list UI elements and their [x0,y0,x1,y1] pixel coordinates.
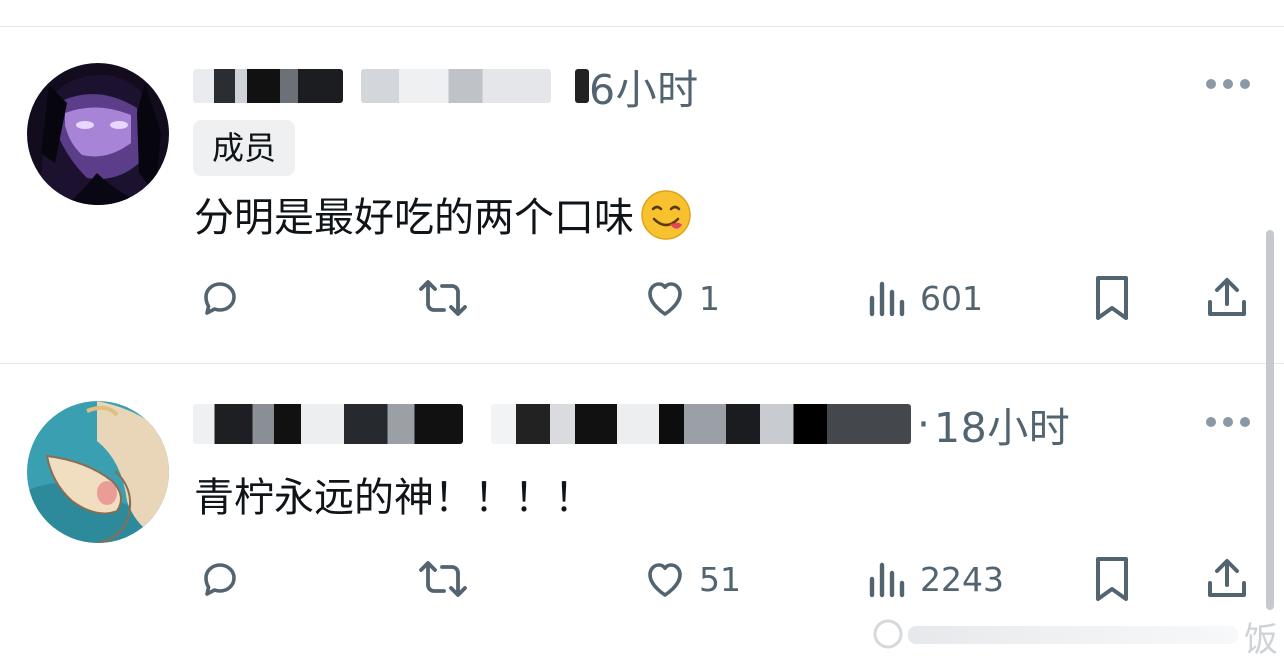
post-text: 青柠永远的神！！！！ [194,475,594,521]
post-text: 分明是最好吃的两个口味 [194,188,692,248]
reply-icon [204,282,236,315]
bookmark-icon [1096,557,1128,601]
display-name-redacted[interactable] [193,404,463,444]
like-icon [648,282,682,316]
like-button[interactable]: 51 [641,549,741,609]
bookmark-icon [1096,276,1128,320]
share-button[interactable] [1204,549,1250,609]
share-button[interactable] [1204,268,1250,328]
action-bar: 1 601 [0,268,1284,328]
post-1[interactable]: 6小时 成员 分明是最好吃的两个口味 1 601 [0,0,1284,363]
like-count: 51 [699,559,741,599]
post-header: 6小时 [193,56,699,116]
bookmark-button[interactable] [1090,268,1134,328]
member-badge: 成员 [193,120,296,176]
view-count: 2243 [920,559,1004,599]
share-icon [1208,559,1246,597]
avatar[interactable] [27,401,169,543]
more-icon[interactable] [1206,74,1250,94]
handle-redacted [491,404,911,444]
views-icon [869,562,905,598]
views-button[interactable]: 2243 [866,549,1004,609]
reply-button[interactable] [196,268,244,328]
like-button[interactable]: 1 [641,268,720,328]
timestamp[interactable]: 6小时 [589,56,699,116]
yum-face-emoji [641,190,691,240]
separator-dot: · [917,400,931,448]
scrollbar[interactable] [1266,230,1274,610]
action-bar: 51 2243 [0,549,1284,609]
watermark-logo [873,619,1238,649]
view-count: 601 [920,278,983,318]
repost-button[interactable] [416,549,470,609]
bookmark-button[interactable] [1090,549,1134,609]
post-text-content: 分明是最好吃的两个口味 [194,195,634,241]
repost-button[interactable] [416,268,470,328]
share-icon [1208,278,1246,316]
watermark-text: 饭 [1244,620,1278,660]
like-icon [648,563,682,597]
views-button[interactable]: 601 [866,268,983,328]
reply-button[interactable] [196,549,244,609]
post-header: · 18小时 [193,394,1070,454]
display-name-redacted[interactable] [193,69,343,103]
reply-icon [204,563,236,596]
timestamp[interactable]: 18小时 [934,394,1070,454]
handle-redacted-2 [575,69,589,103]
views-icon [869,281,905,317]
repost-icon [419,280,467,316]
like-count: 1 [699,278,720,318]
repost-icon [419,561,467,597]
more-icon[interactable] [1206,412,1250,432]
avatar[interactable] [27,63,169,205]
handle-redacted[interactable] [361,69,551,103]
